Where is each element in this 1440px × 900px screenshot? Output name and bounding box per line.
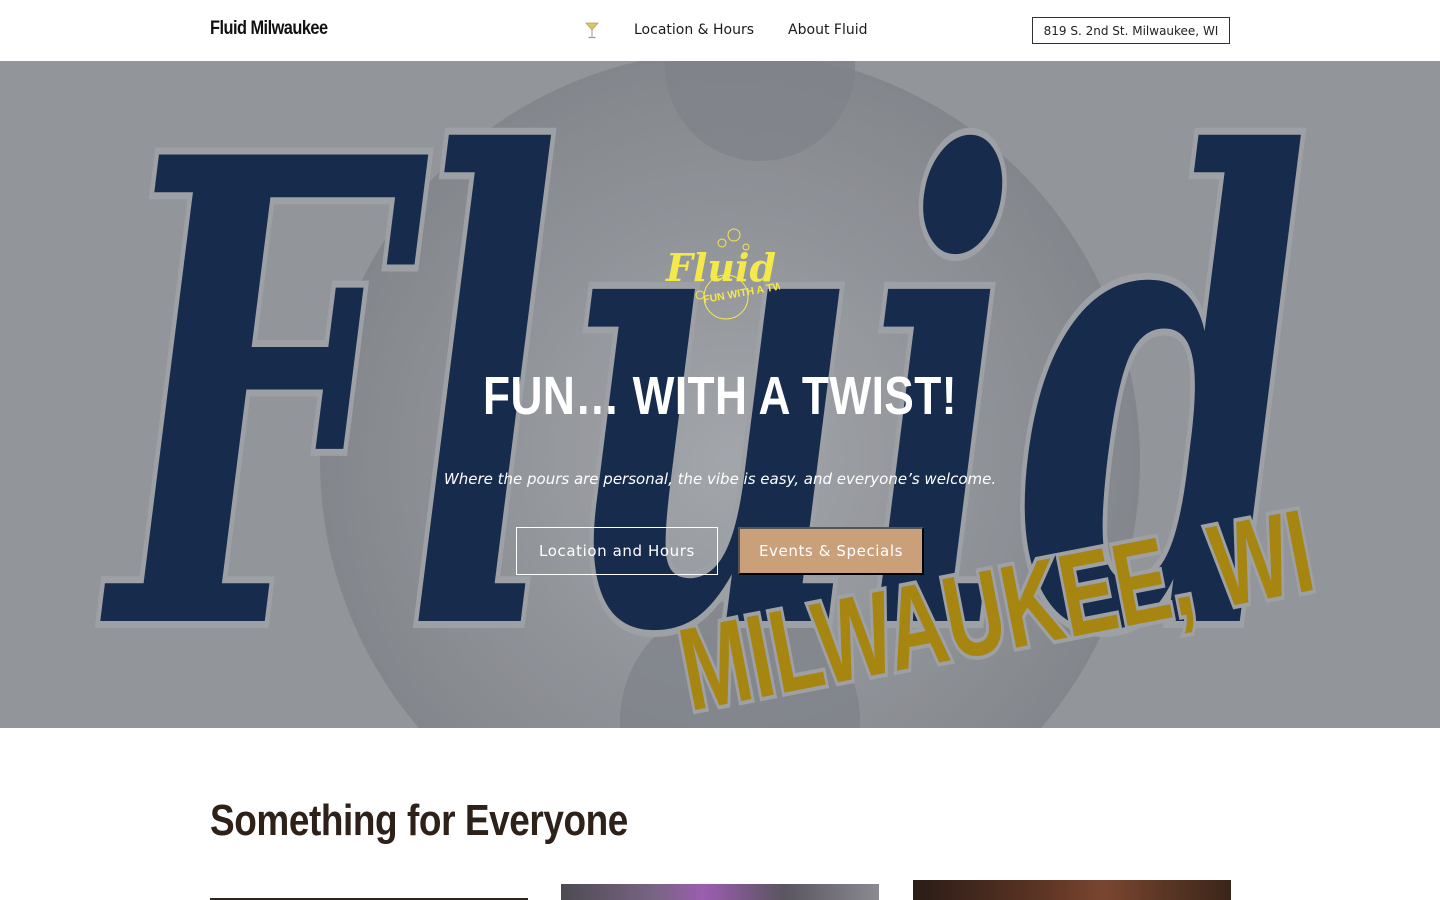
- location-hours-button[interactable]: Location and Hours: [516, 527, 718, 575]
- events-specials-button[interactable]: Events & Specials: [738, 527, 924, 575]
- fluid-logo: Fluid FUN WITH A TWIST: [660, 225, 800, 325]
- hero-title: FUN… WITH A TWIST!: [483, 366, 957, 426]
- feature-card-image[interactable]: [913, 880, 1231, 900]
- main-nav: Location & Hours About Fluid: [582, 20, 901, 40]
- hero-banner: Fluid MILWAUKEE, WI Fluid FUN WITH A TWI…: [0, 61, 1440, 728]
- feature-card-image[interactable]: [561, 884, 879, 900]
- site-brand[interactable]: Fluid Milwaukee: [210, 18, 328, 40]
- site-header: Fluid Milwaukee Location & Hours About F…: [0, 0, 1440, 61]
- hero-subtitle: Where the pours are personal, the vibe i…: [443, 470, 997, 488]
- nav-location-hours[interactable]: Location & Hours: [634, 20, 754, 40]
- cocktail-glass-icon[interactable]: [582, 20, 602, 40]
- section-title: Something for Everyone: [210, 796, 628, 845]
- nav-about-fluid[interactable]: About Fluid: [788, 20, 867, 40]
- address-button[interactable]: 819 S. 2nd St. Milwaukee, WI: [1032, 17, 1230, 44]
